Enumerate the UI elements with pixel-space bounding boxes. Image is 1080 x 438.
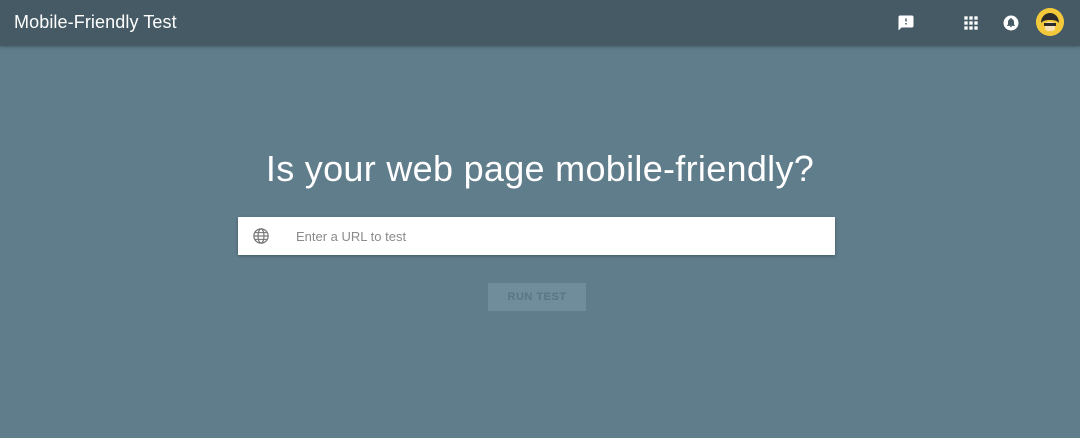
run-test-button[interactable]: RUN TEST xyxy=(488,283,586,311)
globe-icon xyxy=(253,228,269,244)
feedback-button[interactable] xyxy=(891,8,921,38)
apps-button[interactable] xyxy=(956,8,986,38)
feedback-icon xyxy=(898,15,914,31)
url-search-box xyxy=(238,217,835,255)
app-title: Mobile-Friendly Test xyxy=(14,12,177,32)
page-headline: Is your web page mobile-friendly? xyxy=(265,148,815,189)
account-avatar[interactable] xyxy=(1036,8,1064,36)
notifications-button[interactable] xyxy=(996,8,1026,38)
avatar-icon xyxy=(1036,8,1064,36)
apps-grid-icon xyxy=(964,16,978,30)
url-input[interactable] xyxy=(296,217,816,255)
app-header: Mobile-Friendly Test xyxy=(0,0,1080,46)
notifications-icon xyxy=(1003,15,1019,31)
